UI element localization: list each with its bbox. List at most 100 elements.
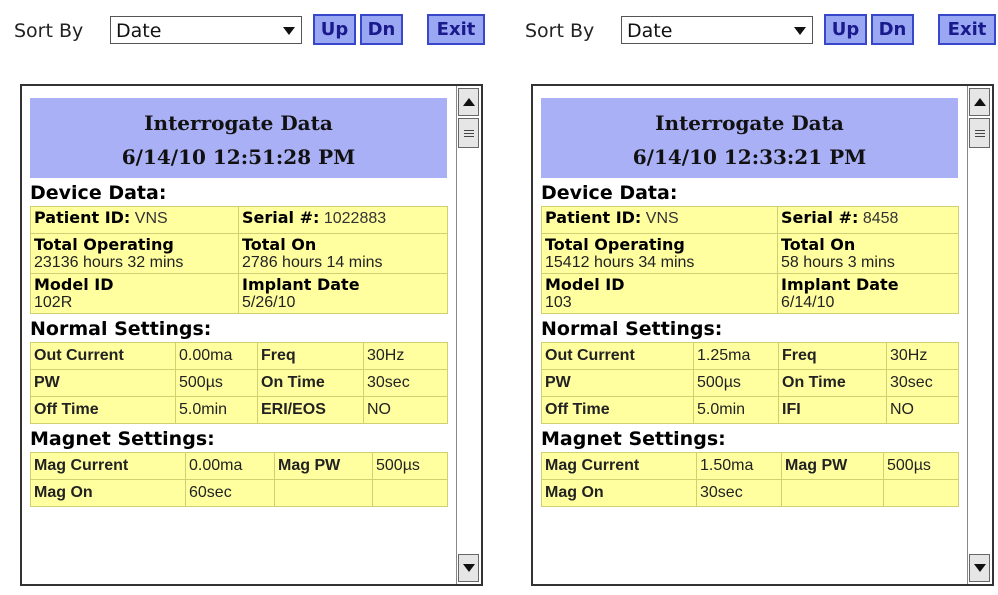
arrow-up-icon <box>974 98 986 106</box>
grip-line <box>464 133 474 134</box>
setting-value: 1.50ma <box>696 452 782 480</box>
setting-value: 30sec <box>886 369 959 397</box>
setting-value: 30Hz <box>363 342 448 370</box>
sort-down-button[interactable]: Dn <box>871 14 914 45</box>
model-id-value: 103 <box>545 294 572 311</box>
model-id-cell: Model ID 103 <box>541 273 778 314</box>
vertical-scrollbar[interactable] <box>967 86 992 584</box>
setting-label: Freq <box>257 342 364 370</box>
scroll-down-button[interactable] <box>458 554 479 582</box>
arrow-down-icon <box>463 564 475 572</box>
implant-date-label: Implant Date <box>781 275 899 294</box>
patient-id-label: Patient ID: <box>34 208 131 227</box>
scroll-thumb[interactable] <box>969 118 990 148</box>
arrow-up-icon <box>463 98 475 106</box>
setting-value: 30sec <box>696 479 782 507</box>
setting-label <box>781 479 884 507</box>
serial-value: 1022883 <box>323 210 387 227</box>
sort-down-button[interactable]: Dn <box>360 14 403 45</box>
toolbar: Sort By Date Up Dn Exit <box>0 12 487 46</box>
serial-label: Serial #: <box>242 208 320 227</box>
device-screen-right: Sort By Date Up Dn Exit Interrogate Data… <box>511 0 998 595</box>
record-header: Interrogate Data 6/14/10 12:51:28 PM <box>30 98 447 178</box>
interrogation-record: Interrogate Data 6/14/10 12:33:21 PM Dev… <box>541 98 959 507</box>
serial-value: 8458 <box>862 210 899 227</box>
record-datetime: 6/14/10 12:51:28 PM <box>121 145 356 169</box>
grip-line <box>464 136 474 137</box>
sort-up-button[interactable]: Up <box>824 14 867 45</box>
setting-label: Mag PW <box>781 452 884 480</box>
table-row: Out Current 1.25ma Freq 30Hz <box>541 342 959 370</box>
setting-label: Out Current <box>30 342 176 370</box>
model-id-label: Model ID <box>34 275 114 294</box>
patient-id-value: VNS <box>134 210 168 227</box>
implant-date-value: 5/26/10 <box>242 294 296 311</box>
setting-value: 5.0min <box>175 396 258 424</box>
setting-value: 30Hz <box>886 342 959 370</box>
table-row: Model ID 102R Implant Date 5/26/10 <box>30 273 448 314</box>
total-on-cell: Total On 58 hours 3 mins <box>777 233 959 274</box>
setting-value: 500µs <box>693 369 779 397</box>
table-row: Mag Current 1.50ma Mag PW 500µs <box>541 452 959 480</box>
setting-label: IFI <box>778 396 887 424</box>
setting-label: Off Time <box>30 396 176 424</box>
device-data-table: Patient ID: VNS Serial #: 8458 Total Ope… <box>541 206 959 314</box>
total-on-cell: Total On 2786 hours 14 mins <box>238 233 448 274</box>
magnet-settings-table: Mag Current 1.50ma Mag PW 500µs Mag On 3… <box>541 452 959 507</box>
model-id-cell: Model ID 102R <box>30 273 239 314</box>
device-data-title: Device Data: <box>541 182 678 204</box>
patient-id-label: Patient ID: <box>545 208 642 227</box>
scroll-up-button[interactable] <box>969 88 990 116</box>
sort-up-button[interactable]: Up <box>313 14 356 45</box>
sort-by-label: Sort By <box>525 20 595 42</box>
table-row: Patient ID: VNS Serial #: 1022883 <box>30 206 448 234</box>
setting-value: NO <box>886 396 959 424</box>
grip-line <box>464 130 474 131</box>
record-datetime: 6/14/10 12:33:21 PM <box>632 145 867 169</box>
setting-value: 500µs <box>372 452 448 480</box>
record-title: Interrogate Data <box>655 111 844 135</box>
patient-id-cell: Patient ID: VNS <box>30 206 239 234</box>
normal-settings-table: Out Current 0.00ma Freq 30Hz PW 500µs On… <box>30 342 448 424</box>
interrogation-record-viewport: Interrogate Data 6/14/10 12:33:21 PM Dev… <box>531 84 994 586</box>
setting-value: 500µs <box>883 452 959 480</box>
setting-label: On Time <box>778 369 887 397</box>
total-on-label: Total On <box>242 235 317 254</box>
table-row: Mag On 30sec <box>541 479 959 507</box>
scroll-down-button[interactable] <box>969 554 990 582</box>
serial-label: Serial #: <box>781 208 859 227</box>
vertical-scrollbar[interactable] <box>456 86 481 584</box>
normal-settings-table: Out Current 1.25ma Freq 30Hz PW 500µs On… <box>541 342 959 424</box>
total-on-value: 2786 hours 14 mins <box>242 254 383 271</box>
chevron-down-icon <box>794 27 806 35</box>
sort-by-select[interactable]: Date <box>621 16 813 44</box>
implant-date-label: Implant Date <box>242 275 360 294</box>
table-row: PW 500µs On Time 30sec <box>541 369 959 397</box>
sort-by-select[interactable]: Date <box>110 16 302 44</box>
total-operating-label: Total Operating <box>34 235 174 254</box>
setting-label: PW <box>30 369 176 397</box>
normal-settings-title: Normal Settings: <box>30 318 212 340</box>
total-operating-label: Total Operating <box>545 235 685 254</box>
exit-button[interactable]: Exit <box>938 14 996 45</box>
setting-label: Mag Current <box>541 452 697 480</box>
setting-value: 30sec <box>363 369 448 397</box>
exit-button[interactable]: Exit <box>427 14 485 45</box>
sort-by-label: Sort By <box>14 20 84 42</box>
setting-label: PW <box>541 369 694 397</box>
implant-date-cell: Implant Date 6/14/10 <box>777 273 959 314</box>
record-header: Interrogate Data 6/14/10 12:33:21 PM <box>541 98 958 178</box>
scroll-up-button[interactable] <box>458 88 479 116</box>
implant-date-value: 6/14/10 <box>781 294 835 311</box>
chevron-down-icon <box>283 27 295 35</box>
table-row: Model ID 103 Implant Date 6/14/10 <box>541 273 959 314</box>
magnet-settings-title: Magnet Settings: <box>30 428 215 450</box>
setting-label: On Time <box>257 369 364 397</box>
setting-value: 5.0min <box>693 396 779 424</box>
device-data-table: Patient ID: VNS Serial #: 1022883 Total … <box>30 206 448 314</box>
normal-settings-title: Normal Settings: <box>541 318 723 340</box>
setting-label: Mag On <box>541 479 697 507</box>
scroll-thumb[interactable] <box>458 118 479 148</box>
grip-line <box>975 136 985 137</box>
interrogation-record-viewport: Interrogate Data 6/14/10 12:51:28 PM Dev… <box>20 84 483 586</box>
